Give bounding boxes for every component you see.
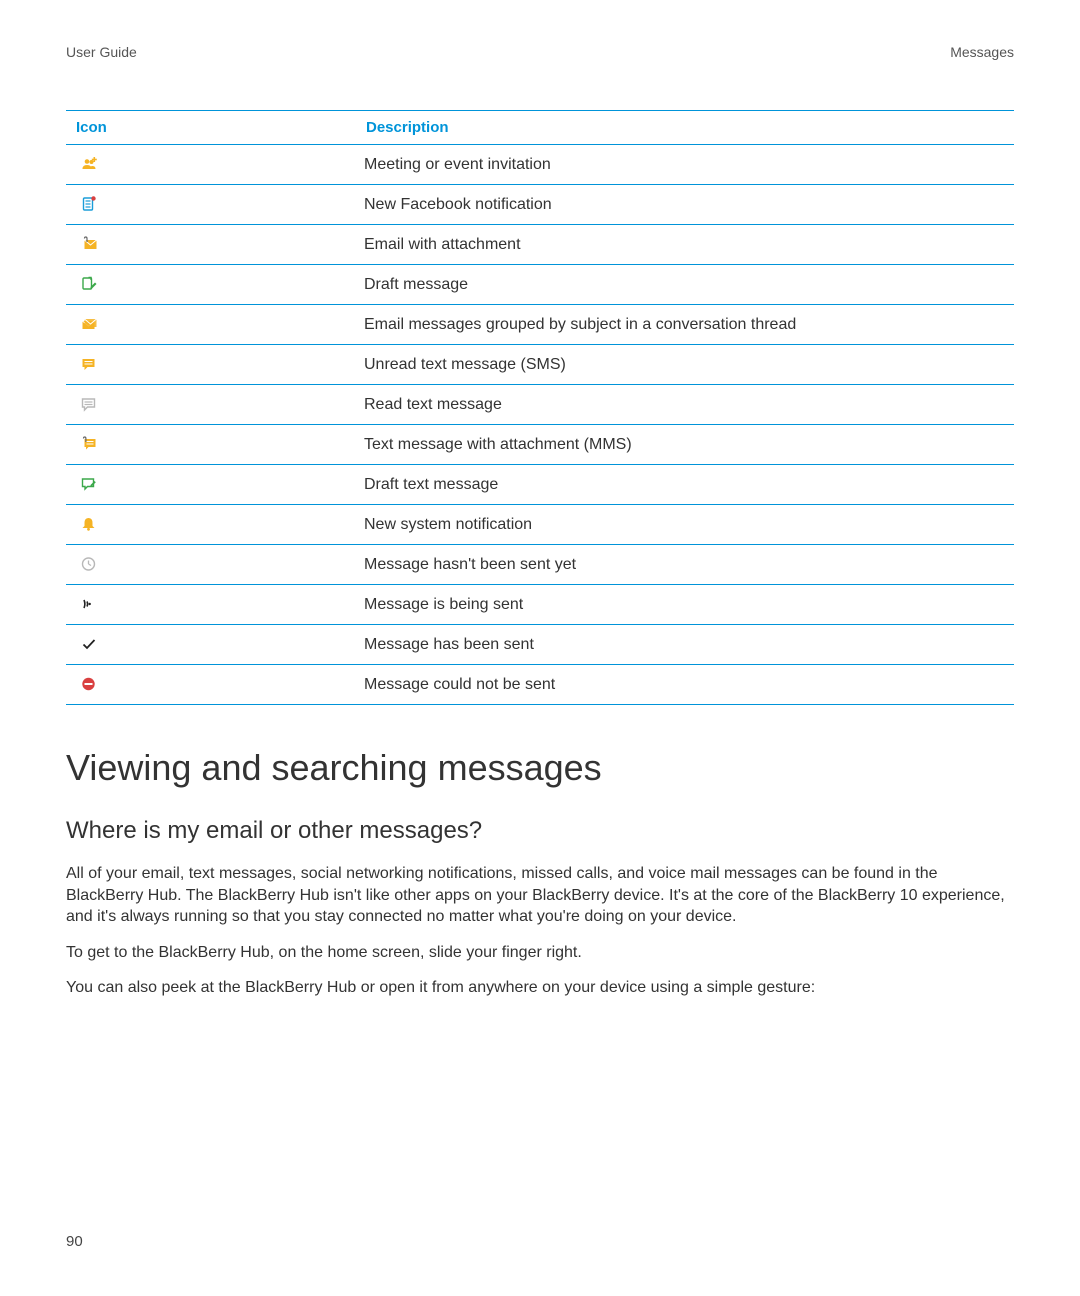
people-plus-icon <box>66 145 356 185</box>
table-row: Message has been sent <box>66 625 1014 665</box>
notification-doc-icon <box>66 185 356 225</box>
icon-description: Draft message <box>356 265 1014 305</box>
table-row: New system notification <box>66 505 1014 545</box>
table-row: Message is being sent <box>66 585 1014 625</box>
icon-description: New system notification <box>356 505 1014 545</box>
page-number: 90 <box>66 1233 83 1250</box>
body-paragraph: All of your email, text messages, social… <box>66 863 1014 928</box>
table-header-icon: Icon <box>66 111 356 145</box>
icon-description: Unread text message (SMS) <box>356 345 1014 385</box>
icon-description: Text message with attachment (MMS) <box>356 425 1014 465</box>
envelope-clip-icon <box>66 225 356 265</box>
sending-icon <box>66 585 356 625</box>
bell-icon <box>66 505 356 545</box>
table-row: Email with attachment <box>66 225 1014 265</box>
table-row: Unread text message (SMS) <box>66 345 1014 385</box>
table-header-description: Description <box>356 111 1014 145</box>
table-row: Message hasn't been sent yet <box>66 545 1014 585</box>
chat-clip-icon <box>66 425 356 465</box>
icon-description: Draft text message <box>356 465 1014 505</box>
clock-icon <box>66 545 356 585</box>
draft-compose-icon <box>66 265 356 305</box>
table-row: Draft message <box>66 265 1014 305</box>
table-row: Email messages grouped by subject in a c… <box>66 305 1014 345</box>
checkmark-icon <box>66 625 356 665</box>
section-title: Viewing and searching messages <box>66 747 1014 789</box>
body-paragraph: You can also peek at the BlackBerry Hub … <box>66 977 1014 999</box>
icon-description: Email with attachment <box>356 225 1014 265</box>
icon-description-table: Icon Description Meeting or event invita… <box>66 110 1014 705</box>
chat-outline-icon <box>66 385 356 425</box>
icon-description: Meeting or event invitation <box>356 145 1014 185</box>
icon-description: Message is being sent <box>356 585 1014 625</box>
icon-description: Message hasn't been sent yet <box>356 545 1014 585</box>
section-subtitle: Where is my email or other messages? <box>66 817 1014 845</box>
chat-draft-icon <box>66 465 356 505</box>
table-row: New Facebook notification <box>66 185 1014 225</box>
table-row: Read text message <box>66 385 1014 425</box>
error-circle-icon <box>66 665 356 705</box>
header-right: Messages <box>950 44 1014 60</box>
body-paragraph: To get to the BlackBerry Hub, on the hom… <box>66 942 1014 964</box>
table-row: Message could not be sent <box>66 665 1014 705</box>
header-left: User Guide <box>66 44 137 60</box>
table-row: Meeting or event invitation <box>66 145 1014 185</box>
icon-description: Message could not be sent <box>356 665 1014 705</box>
icon-description: Read text message <box>356 385 1014 425</box>
envelope-stack-icon <box>66 305 356 345</box>
page-header: User Guide Messages <box>66 44 1014 60</box>
icon-description: Email messages grouped by subject in a c… <box>356 305 1014 345</box>
icon-description: New Facebook notification <box>356 185 1014 225</box>
table-row: Text message with attachment (MMS) <box>66 425 1014 465</box>
table-row: Draft text message <box>66 465 1014 505</box>
chat-filled-icon <box>66 345 356 385</box>
icon-description: Message has been sent <box>356 625 1014 665</box>
